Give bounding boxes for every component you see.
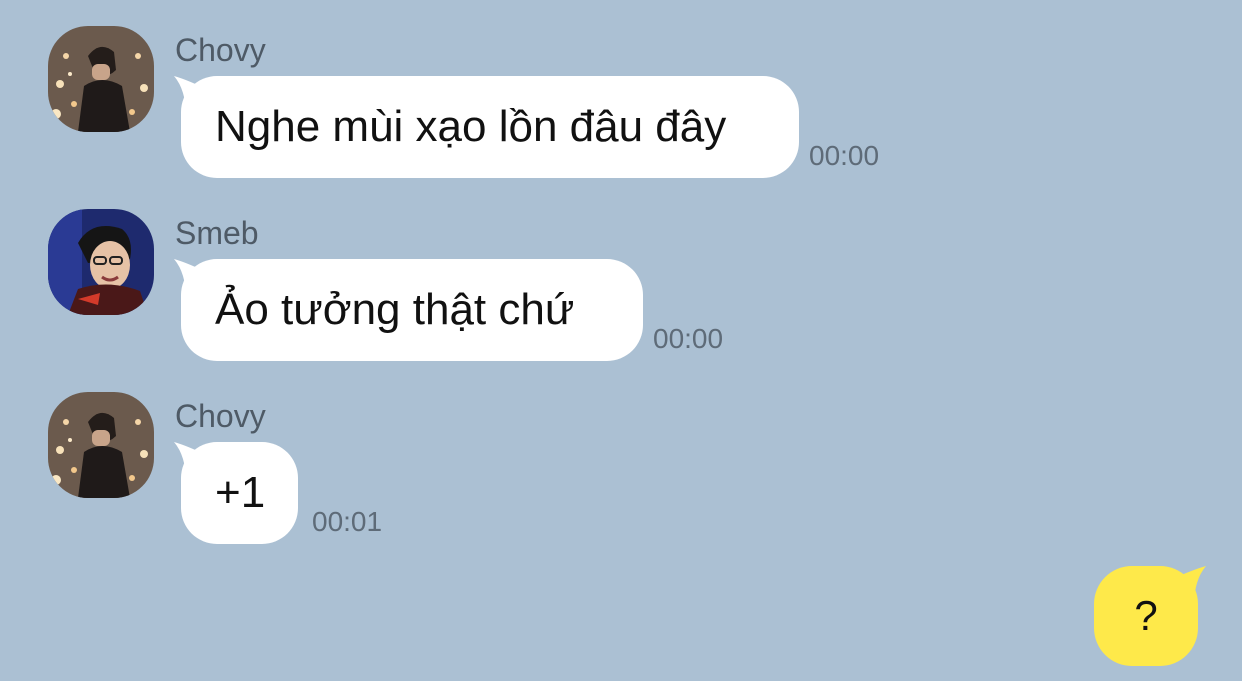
sender-name: Chovy xyxy=(175,32,266,68)
message-bubble[interactable]: +1 xyxy=(174,442,298,544)
message-text: Ảo tưởng thật chứ xyxy=(215,285,575,334)
message-timestamp: 00:01 xyxy=(312,506,383,537)
avatar-photo-icon xyxy=(48,392,154,498)
bubble-tail xyxy=(1170,566,1206,606)
bubble-tail xyxy=(174,259,208,299)
message-timestamp: 00:00 xyxy=(809,140,880,171)
bubble-tail xyxy=(174,442,208,482)
avatar[interactable] xyxy=(48,209,154,315)
message-text: Nghe mùi xạo lồn đâu đây xyxy=(215,102,727,151)
message-text: +1 xyxy=(215,468,266,517)
outgoing-message-text: ? xyxy=(1134,592,1158,639)
message-timestamp: 00:00 xyxy=(653,323,724,354)
avatar-photo-icon xyxy=(48,26,154,132)
avatar[interactable] xyxy=(48,392,154,498)
avatar[interactable] xyxy=(48,26,154,132)
message-bubble[interactable]: Nghe mùi xạo lồn đâu đây xyxy=(174,76,799,178)
message-bubble[interactable]: Ảo tưởng thật chứ xyxy=(174,259,643,361)
outgoing-message-bubble[interactable]: ? xyxy=(1094,566,1206,666)
avatar-photo-icon xyxy=(48,209,154,315)
sender-name: Smeb xyxy=(175,215,259,251)
bubble-tail xyxy=(174,76,208,116)
chat-area[interactable]: Chovy Nghe mùi xạo lồn đâu đây 00:00 Sme… xyxy=(0,0,1242,681)
sender-name: Chovy xyxy=(175,398,266,434)
